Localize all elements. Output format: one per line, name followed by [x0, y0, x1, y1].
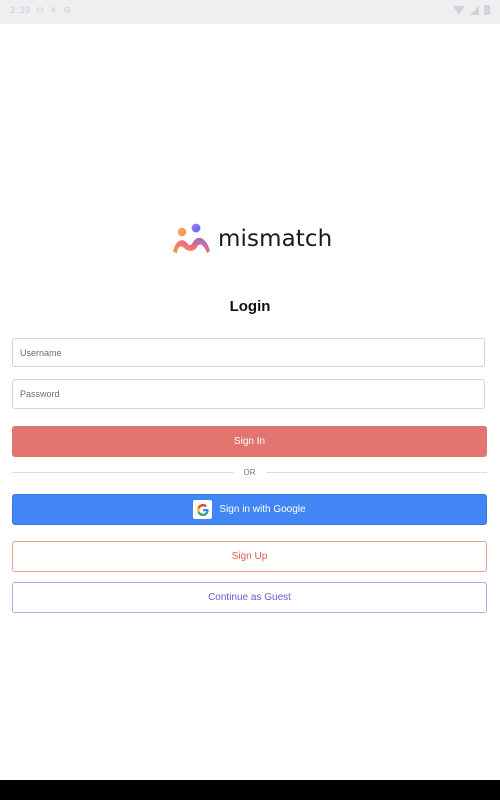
divider-line-right — [265, 471, 487, 473]
google-icon — [193, 500, 213, 519]
sign-up-label: Sign Up — [231, 551, 268, 562]
logo-mark-icon — [173, 223, 210, 253]
sign-in-button[interactable]: Sign In — [12, 426, 487, 457]
username-field-container — [12, 338, 485, 367]
settings-icon: ⚙ — [63, 6, 72, 16]
google-sign-in-button[interactable]: Sign in with Google — [12, 494, 487, 525]
password-field-container — [12, 379, 485, 409]
wifi-icon — [453, 5, 465, 15]
password-input[interactable] — [13, 380, 484, 408]
logo-text: mismatch — [218, 226, 333, 252]
signal-icon — [470, 5, 479, 15]
sign-in-label: Sign In — [233, 436, 266, 447]
navigation-bar — [0, 780, 500, 800]
username-input[interactable] — [13, 339, 484, 366]
notification-icon: ⊙ — [36, 6, 44, 16]
status-time: 2:39 — [10, 6, 31, 16]
sign-up-button[interactable]: Sign Up — [12, 541, 487, 572]
continue-as-guest-label: Continue as Guest — [208, 592, 291, 603]
google-sign-in-label: Sign in with Google — [219, 504, 306, 515]
or-divider: OR — [12, 466, 487, 478]
continue-as-guest-button[interactable]: Continue as Guest — [12, 582, 487, 613]
app-logo: mismatch — [170, 219, 332, 259]
status-bar: 2:39 ⊙ ✳ ⚙ — [0, 0, 500, 24]
page-title: Login — [229, 298, 271, 315]
notification-icon-2: ✳ — [49, 6, 58, 16]
battery-icon — [484, 5, 490, 15]
divider-line-left — [12, 471, 234, 473]
divider-text: OR — [243, 467, 256, 477]
